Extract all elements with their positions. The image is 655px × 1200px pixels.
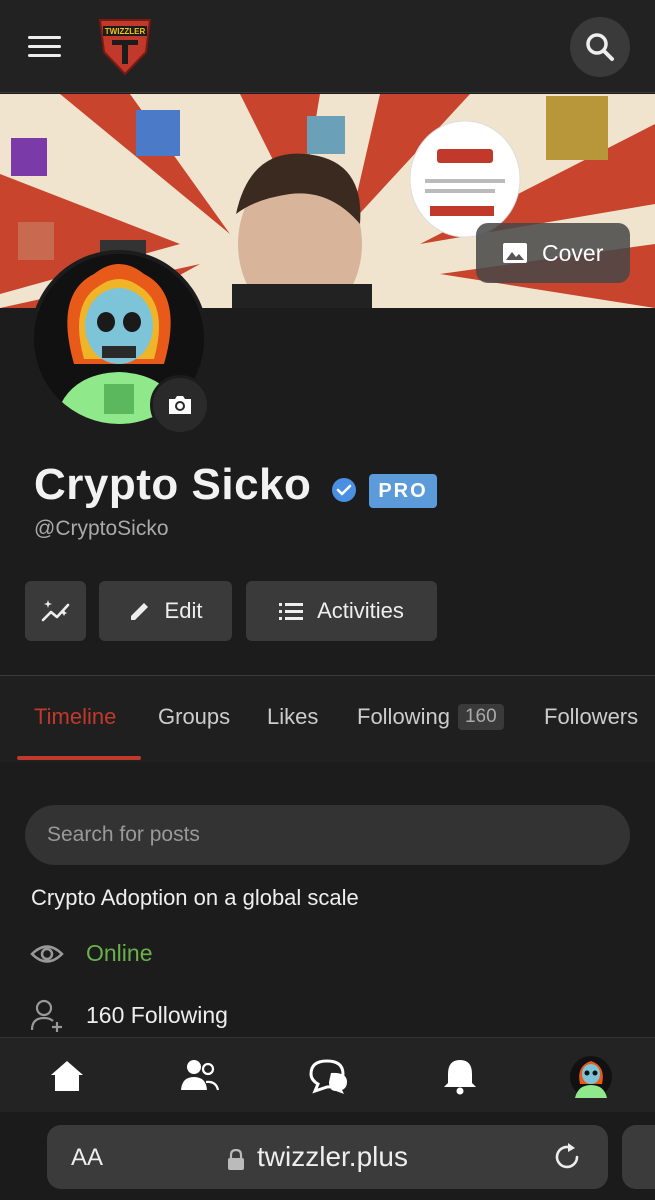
lock-icon <box>228 1149 244 1170</box>
pencil-icon <box>130 603 148 620</box>
activities-button[interactable]: Activities <box>246 581 437 641</box>
tab-label: Following <box>357 704 450 729</box>
tab-timeline[interactable]: Timeline <box>34 704 116 730</box>
search-posts-input[interactable] <box>25 805 630 865</box>
edit-button-label: Edit <box>164 598 203 623</box>
verified-check-icon <box>332 478 356 502</box>
search-icon <box>586 33 614 61</box>
active-tab-indicator <box>17 756 141 760</box>
next-tab-preview[interactable] <box>622 1125 655 1189</box>
tab-label: Likes <box>267 704 319 729</box>
people-icon[interactable] <box>180 1056 220 1096</box>
top-navigation-bar: TWIZZLER <box>0 0 655 93</box>
change-avatar-button[interactable] <box>150 375 210 435</box>
profile-name: Crypto Sicko <box>34 460 312 509</box>
svg-text:TWIZZLER: TWIZZLER <box>105 27 146 36</box>
tab-label: Groups <box>158 704 231 729</box>
stats-button[interactable] <box>25 581 86 641</box>
following-row[interactable]: 160 Following <box>30 998 228 1032</box>
url-field[interactable]: AA twizzler.plus <box>47 1125 608 1189</box>
tab-following[interactable]: Following 160 <box>357 704 504 730</box>
edit-profile-button[interactable]: Edit <box>99 581 232 641</box>
home-icon[interactable] <box>47 1056 87 1096</box>
profile-bio: Crypto Adoption on a global scale <box>31 885 359 910</box>
profile-tabs: Timeline Groups Likes Following 160 Foll… <box>0 676 655 762</box>
browser-address-bar: AA twizzler.plus <box>0 1112 655 1200</box>
url-text: twizzler.plus <box>257 1141 408 1172</box>
pro-badge: PRO <box>369 474 437 508</box>
profile-handle: @CryptoSicko <box>34 517 169 540</box>
following-count-badge: 160 <box>457 704 504 730</box>
online-status-row: Online <box>30 940 152 967</box>
list-icon <box>279 603 304 620</box>
tab-groups[interactable]: Groups <box>158 704 230 730</box>
text-size-button[interactable]: AA <box>71 1144 103 1172</box>
bottom-navigation <box>0 1037 655 1112</box>
sparkle-chart-icon <box>41 600 69 622</box>
tab-likes[interactable]: Likes <box>267 704 318 730</box>
online-status: Online <box>86 940 153 966</box>
change-cover-button[interactable]: Cover <box>476 223 630 283</box>
image-icon <box>503 243 527 263</box>
twizzler-logo[interactable]: TWIZZLER <box>94 14 156 78</box>
eye-icon <box>30 944 64 963</box>
profile-avatar-nav[interactable] <box>570 1056 612 1098</box>
search-button[interactable] <box>570 17 630 77</box>
activities-button-label: Activities <box>317 598 404 623</box>
chat-icon[interactable] <box>309 1056 349 1096</box>
hamburger-menu-icon[interactable] <box>28 34 62 60</box>
bell-icon[interactable] <box>440 1056 480 1096</box>
person-add-icon <box>30 999 62 1032</box>
tab-followers[interactable]: Followers <box>544 704 638 730</box>
reload-icon[interactable] <box>551 1141 583 1173</box>
tab-label: Followers <box>544 704 639 729</box>
tab-label: Timeline <box>34 704 117 729</box>
following-count-text: 160 Following <box>86 1001 228 1028</box>
camera-icon <box>169 396 191 414</box>
cover-button-label: Cover <box>542 239 604 266</box>
